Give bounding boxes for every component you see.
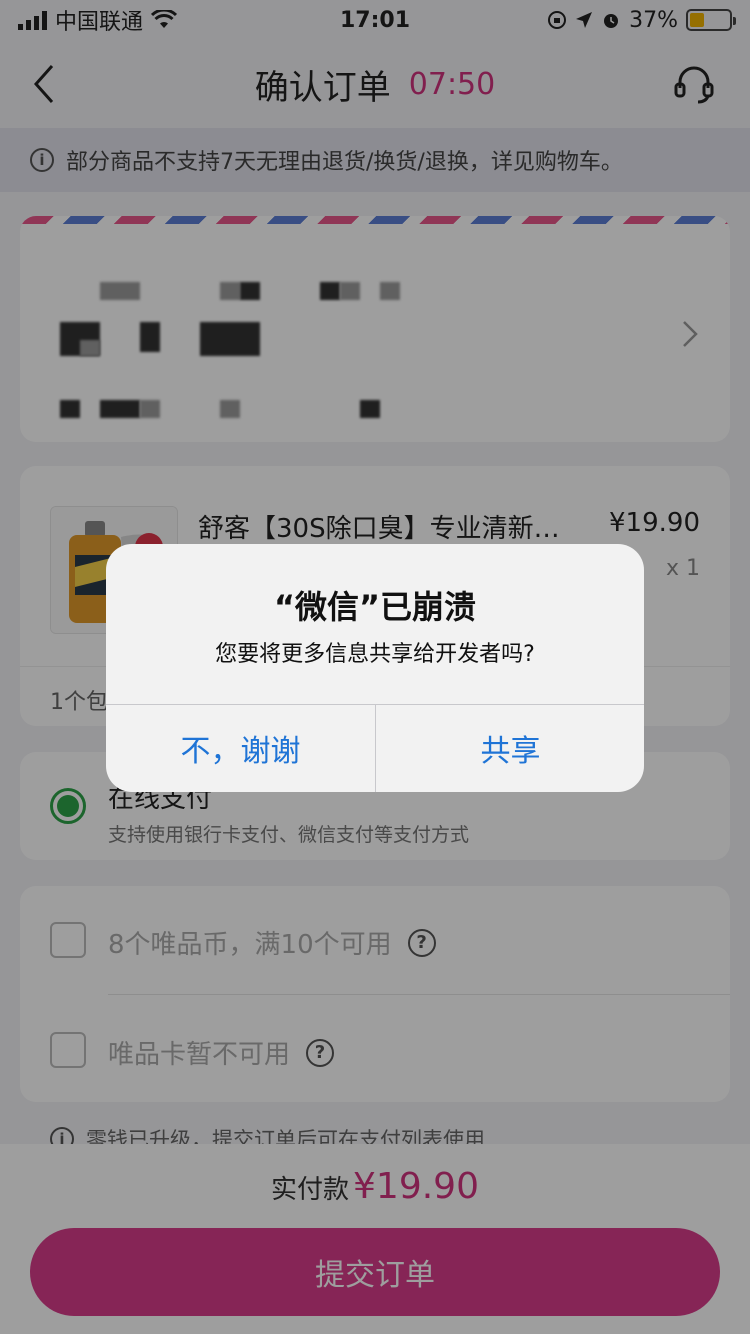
share-button[interactable]: 共享 [376, 704, 644, 792]
decline-button[interactable]: 不，谢谢 [106, 704, 375, 792]
alert-title: “微信”已崩溃 [273, 588, 477, 626]
crash-alert-dialog: “微信”已崩溃 您要将更多信息共享给开发者吗? 不，谢谢 共享 [106, 544, 644, 792]
alert-message: 您要将更多信息共享给开发者吗? [215, 642, 535, 667]
